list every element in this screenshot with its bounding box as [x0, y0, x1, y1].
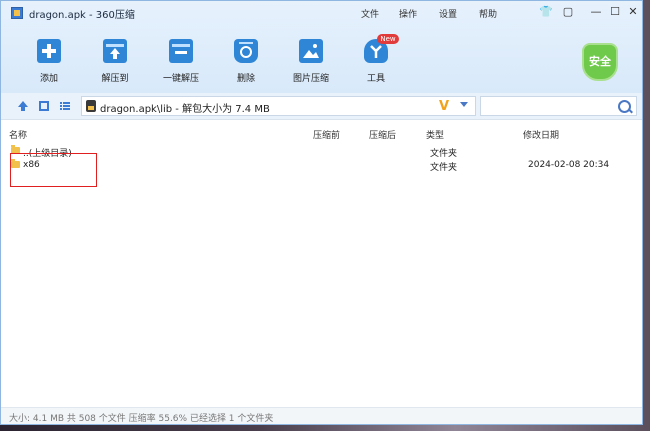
extract-to-button[interactable]: 解压到 [85, 39, 145, 87]
image-compress-label: 图片压缩 [292, 74, 329, 84]
search-icon[interactable] [618, 100, 631, 113]
table-row[interactable]: x86 文件夹 2024-02-08 20:34 [1, 159, 642, 173]
path-field[interactable]: dragon.apk\lib - 解包大小为 7.4 MB V [81, 96, 476, 116]
col-modified[interactable]: 修改日期 [523, 128, 559, 141]
new-badge: New [377, 34, 399, 44]
safety-shield-icon[interactable]: 安全 [582, 43, 618, 81]
path-text: dragon.apk\lib - 解包大小为 7.4 MB [100, 104, 270, 115]
close-icon[interactable]: ✕ [626, 5, 640, 19]
row-type: 文件夹 [430, 163, 458, 173]
window-title: dragon.apk - 360压缩 [29, 10, 135, 21]
column-header: 名称 压缩前 压缩后 类型 修改日期 [1, 127, 642, 141]
app-window: dragon.apk - 360压缩 文件 操作 设置 帮助 👕 ▢ — ☐ ✕… [0, 0, 643, 425]
menu-operate[interactable]: 操作 [399, 7, 417, 20]
one-click-extract-icon [169, 39, 193, 63]
view-list-icon[interactable] [60, 101, 70, 111]
title-bar: dragon.apk - 360压缩 文件 操作 设置 帮助 👕 ▢ — ☐ ✕ [1, 1, 642, 25]
col-name[interactable]: 名称 [9, 128, 27, 141]
address-bar: dragon.apk\lib - 解包大小为 7.4 MB V [1, 93, 642, 120]
minimize-icon[interactable]: — [589, 5, 603, 19]
row-type: 文件夹 [430, 149, 458, 159]
view-thumbnail-icon[interactable] [39, 101, 49, 111]
feedback-icon[interactable]: ▢ [561, 5, 575, 19]
recycle-icon [234, 39, 258, 63]
archive-file-icon [86, 100, 96, 112]
status-bar: 大小: 4.1 MB 共 508 个文件 压缩率 55.6% 已经选择 1 个文… [1, 407, 642, 424]
search-input[interactable] [480, 96, 637, 116]
menu-help[interactable]: 帮助 [479, 7, 497, 20]
menu-settings[interactable]: 设置 [439, 7, 457, 20]
table-row[interactable]: ..(上级目录) 文件夹 [1, 145, 642, 159]
menu-file[interactable]: 文件 [361, 7, 379, 20]
skin-icon[interactable]: 👕 [539, 5, 553, 19]
add-label: 添加 [39, 74, 58, 84]
annotation-highlight-box [10, 153, 97, 187]
maximize-icon[interactable]: ☐ [608, 5, 622, 19]
col-compressed[interactable]: 压缩前 [313, 128, 340, 141]
image-compress-icon [299, 39, 323, 63]
app-logo-icon [11, 7, 23, 19]
col-after[interactable]: 压缩后 [369, 128, 396, 141]
image-compress-button[interactable]: 图片压缩 [281, 39, 341, 87]
delete-label: 删除 [236, 74, 255, 84]
status-text: 大小: 4.1 MB 共 508 个文件 压缩率 55.6% 已经选择 1 个文… [9, 414, 274, 424]
up-arrow-icon[interactable] [18, 101, 28, 111]
path-dropdown-icon[interactable] [460, 102, 468, 107]
extract-to-label: 解压到 [101, 74, 129, 84]
add-icon [37, 39, 61, 63]
row-modified: 2024-02-08 20:34 [528, 160, 610, 170]
tools-button[interactable]: 工具 [346, 39, 406, 87]
delete-button[interactable]: 删除 [216, 39, 276, 87]
one-click-extract-label: 一键解压 [162, 74, 199, 84]
add-button[interactable]: 添加 [19, 39, 79, 87]
tools-label: 工具 [366, 74, 385, 84]
extract-to-icon [103, 39, 127, 63]
v-brand-icon[interactable]: V [439, 99, 449, 114]
col-type[interactable]: 类型 [426, 128, 444, 141]
one-click-extract-button[interactable]: 一键解压 [151, 39, 211, 87]
